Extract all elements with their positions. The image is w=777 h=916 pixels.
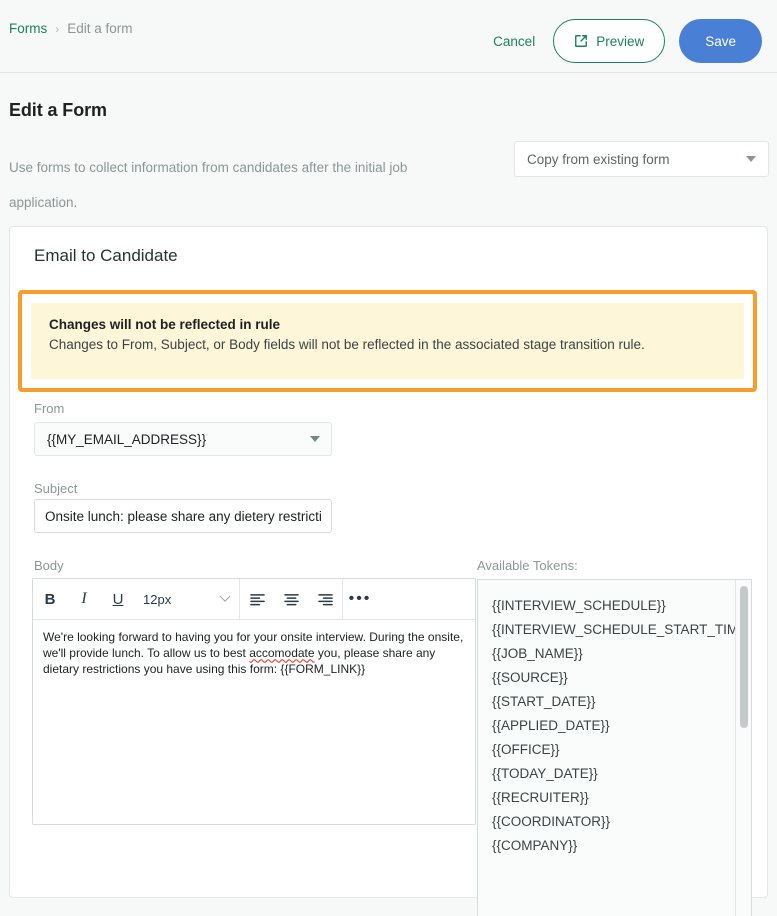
warning-alert: Changes will not be reflected in rule Ch…	[31, 303, 744, 379]
alert-focus-ring: Changes will not be reflected in rule Ch…	[18, 290, 757, 392]
list-item[interactable]: {{START_DATE}}	[492, 690, 751, 714]
font-size-select[interactable]: 12px	[135, 579, 239, 619]
preview-button[interactable]: Preview	[553, 19, 666, 63]
alignment-group	[240, 579, 342, 619]
preview-button-label: Preview	[596, 33, 645, 49]
chevron-down-icon	[310, 436, 320, 442]
tokens-scrollbar[interactable]	[735, 580, 751, 916]
page-title: Edit a Form	[9, 100, 107, 120]
list-item[interactable]: {{INTERVIEW_SCHEDULE}}	[492, 594, 751, 618]
email-to-candidate-card: Email to Candidate Changes will not be r…	[9, 226, 768, 916]
list-item[interactable]: {{SOURCE}}	[492, 666, 751, 690]
tokens-list: {{INTERVIEW_SCHEDULE}} {{INTERVIEW_SCHED…	[478, 580, 751, 858]
align-center-icon	[283, 593, 299, 606]
available-tokens-label: Available Tokens:	[477, 558, 578, 573]
text-style-group: B I U 12px	[33, 579, 239, 619]
body-text-misspelled: accomodate	[249, 646, 315, 661]
align-right-icon	[317, 593, 333, 606]
align-left-icon	[249, 593, 265, 606]
list-item[interactable]: {{TODAY_DATE}}	[492, 762, 751, 786]
editor-toolbar: B I U 12px •••	[33, 579, 475, 620]
list-item[interactable]: {{COORDINATOR}}	[492, 810, 751, 834]
align-left-button[interactable]	[240, 579, 274, 619]
cancel-button[interactable]: Cancel	[489, 28, 539, 55]
bold-button[interactable]: B	[33, 579, 67, 619]
list-item[interactable]: {{INTERVIEW_SCHEDULE_START_TIME}}	[492, 618, 751, 642]
available-tokens-panel: {{INTERVIEW_SCHEDULE}} {{INTERVIEW_SCHED…	[477, 579, 752, 916]
list-item[interactable]: {{APPLIED_DATE}}	[492, 714, 751, 738]
card-title: Email to Candidate	[34, 246, 178, 265]
underline-button[interactable]: U	[101, 579, 135, 619]
body-label: Body	[34, 558, 64, 573]
from-select[interactable]: {{MY_EMAIL_ADDRESS}}	[34, 422, 332, 456]
save-button[interactable]: Save	[679, 19, 762, 63]
tokens-scrollbar-thumb[interactable]	[740, 586, 748, 728]
more-group: •••	[343, 579, 377, 619]
chevron-down-icon	[746, 156, 756, 162]
align-right-button[interactable]	[308, 579, 342, 619]
list-item[interactable]: {{OFFICE}}	[492, 738, 751, 762]
breadcrumb-current: Edit a form	[67, 21, 133, 36]
align-center-button[interactable]	[274, 579, 308, 619]
list-item[interactable]: {{COMPANY}}	[492, 834, 751, 858]
list-item[interactable]: {{JOB_NAME}}	[492, 642, 751, 666]
breadcrumb: Forms › Edit a form	[9, 21, 133, 36]
external-link-icon	[574, 34, 588, 48]
top-bar-actions: Cancel Preview Save	[489, 19, 762, 63]
body-editor-content[interactable]: We're looking forward to having you for …	[33, 620, 475, 687]
warning-alert-title: Changes will not be reflected in rule	[49, 317, 281, 332]
more-options-button[interactable]: •••	[343, 579, 377, 619]
chevron-right-icon: ›	[55, 21, 60, 36]
italic-button[interactable]: I	[67, 579, 101, 619]
breadcrumb-link-forms[interactable]: Forms	[9, 21, 47, 36]
list-item[interactable]: {{RECRUITER}}	[492, 786, 751, 810]
top-bar: Forms › Edit a form Cancel Preview Save	[0, 0, 777, 73]
copy-from-existing-form-value: Copy from existing form	[527, 151, 670, 167]
subject-input[interactable]	[34, 499, 332, 533]
subject-label: Subject	[34, 481, 78, 496]
copy-from-existing-form-select[interactable]: Copy from existing form	[514, 141, 769, 177]
warning-alert-body: Changes to From, Subject, or Body fields…	[49, 337, 645, 352]
from-label: From	[34, 401, 65, 416]
font-size-value: 12px	[143, 591, 172, 607]
page-description: Use forms to collect information from ca…	[9, 160, 408, 211]
chevron-down-icon	[219, 590, 231, 602]
from-select-value: {{MY_EMAIL_ADDRESS}}	[47, 431, 207, 447]
body-rich-text-editor: B I U 12px ••• We're looking forward to …	[32, 578, 476, 825]
edit-form-page: Forms › Edit a form Cancel Preview Save …	[0, 0, 777, 916]
